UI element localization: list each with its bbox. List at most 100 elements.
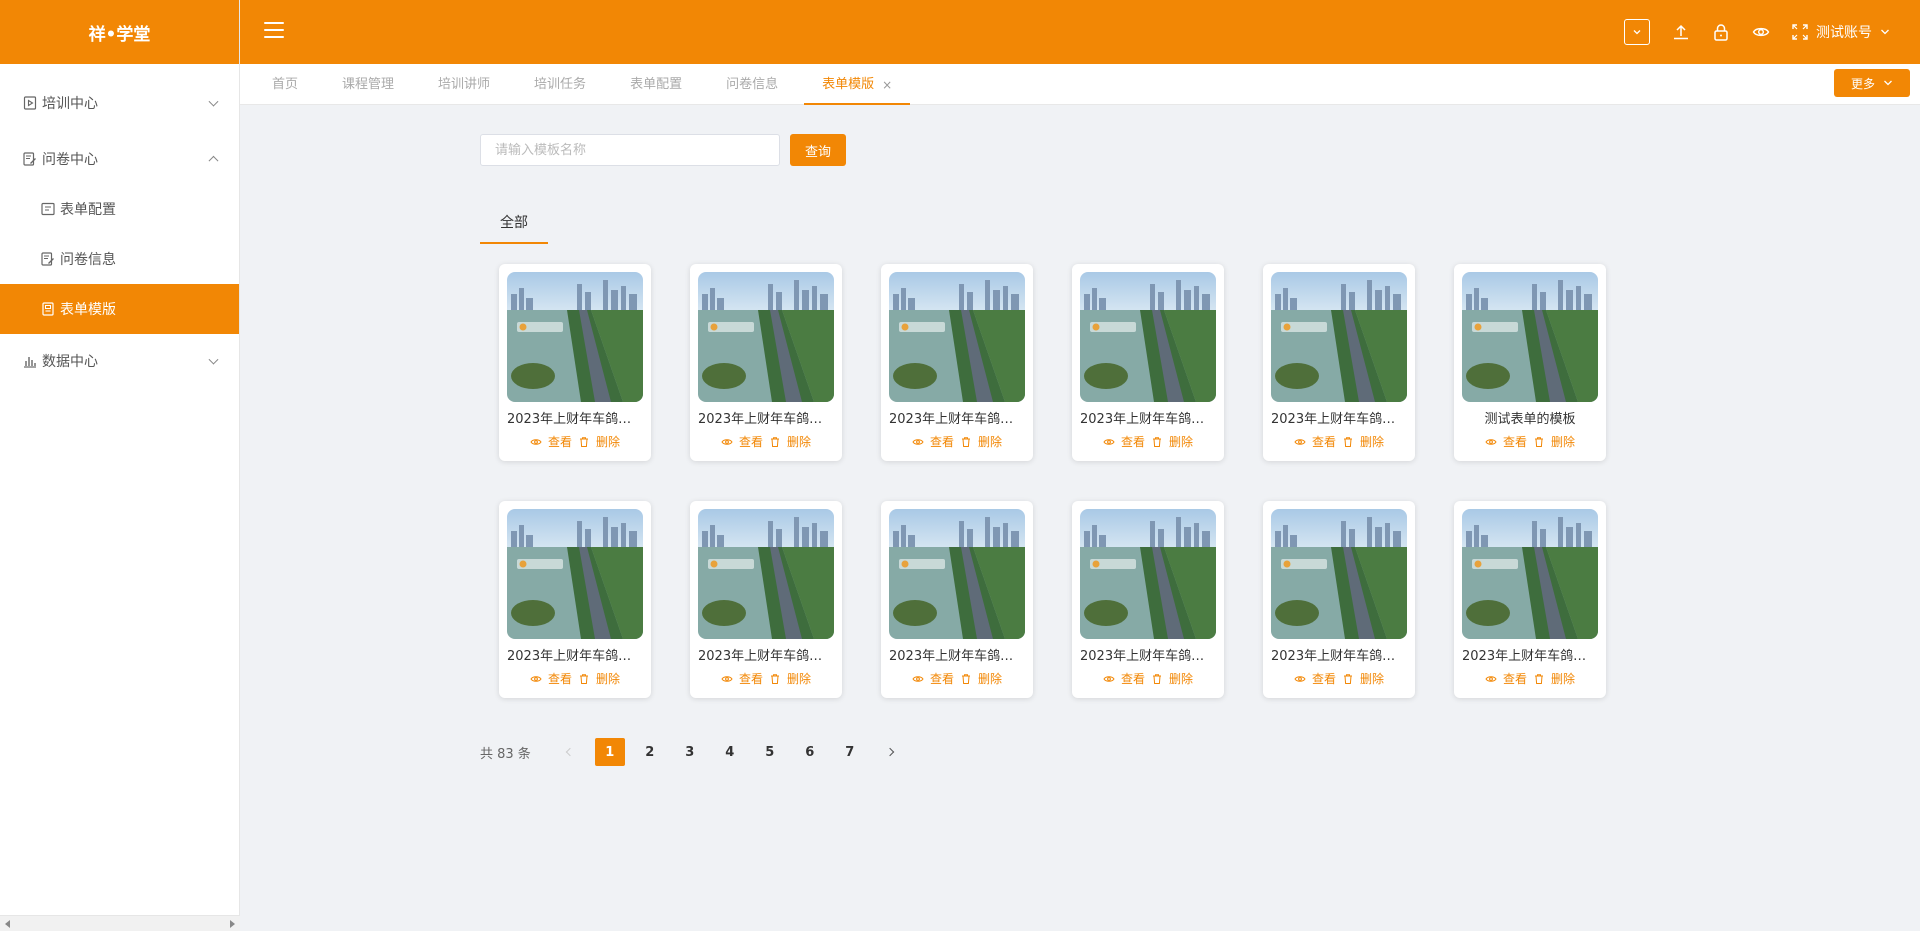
template-thumbnail [889, 272, 1025, 402]
sidebar-item-form-config[interactable]: 表单配置 [0, 184, 239, 234]
tabs-bar: 首页 课程管理 培训讲师 培训任务 表单配置 问卷信息 表单模版 × 更多 [240, 64, 1920, 105]
account-name: 测试账号 [1816, 25, 1872, 41]
template-title: 2023年上财年车鸽平... [1271, 412, 1407, 427]
page-button[interactable]: 3 [675, 738, 705, 766]
tab-trainers[interactable]: 培训讲师 [420, 64, 508, 105]
menu-toggle-icon[interactable] [264, 22, 284, 38]
view-button[interactable]: 查看 [1103, 670, 1145, 687]
delete-button[interactable]: 删除 [1342, 670, 1384, 687]
view-button[interactable]: 查看 [721, 433, 763, 450]
template-thumbnail [1080, 272, 1216, 402]
template-title: 2023年上财年车鸽平... [889, 412, 1025, 427]
template-card[interactable]: 2023年上财年车鸽平... 查看 删除 [499, 501, 651, 698]
delete-button[interactable]: 删除 [1533, 433, 1575, 450]
tab-label: 表单模版 [822, 76, 875, 92]
view-button[interactable]: 查看 [530, 670, 572, 687]
delete-button[interactable]: 删除 [1151, 433, 1193, 450]
top-header: 测试账号 [240, 0, 1920, 64]
tab-label: 培训讲师 [438, 76, 491, 92]
delete-button[interactable]: 删除 [1342, 433, 1384, 450]
eye-icon [530, 438, 542, 445]
eye-icon [912, 438, 924, 445]
pagination: 共 83 条 1 2 3 4 5 6 7 [480, 738, 905, 766]
scroll-right-icon[interactable] [230, 920, 235, 928]
bar-chart-icon [22, 353, 38, 369]
delete-label: 删除 [1360, 435, 1385, 449]
eye-icon[interactable] [1752, 23, 1770, 41]
delete-button[interactable]: 删除 [578, 670, 620, 687]
view-button[interactable]: 查看 [721, 670, 763, 687]
template-card[interactable]: 2023年上财年车鸽平... 查看 删除 [1454, 501, 1606, 698]
tab-form-config[interactable]: 表单配置 [612, 64, 700, 105]
dropdown-toggle-button[interactable] [1624, 19, 1650, 45]
lock-icon[interactable] [1712, 23, 1730, 41]
page-button[interactable]: 2 [635, 738, 665, 766]
template-card[interactable]: 2023年上财年车鸽平... 查看 删除 [1263, 264, 1415, 461]
page-button[interactable]: 6 [795, 738, 825, 766]
page-button[interactable]: 4 [715, 738, 745, 766]
view-button[interactable]: 查看 [912, 670, 954, 687]
delete-button[interactable]: 删除 [1533, 670, 1575, 687]
tab-course-management[interactable]: 课程管理 [324, 64, 412, 105]
view-button[interactable]: 查看 [1294, 670, 1336, 687]
account-menu[interactable]: 测试账号 [1792, 22, 1890, 42]
tab-training-tasks[interactable]: 培训任务 [516, 64, 604, 105]
eye-icon [530, 675, 542, 682]
page-tabs: 首页 课程管理 培训讲师 培训任务 表单配置 问卷信息 表单模版 × [254, 64, 918, 105]
template-card[interactable]: 2023年上财年车鸽平... 查看 删除 [690, 501, 842, 698]
horizontal-scrollbar[interactable] [0, 915, 240, 931]
template-card[interactable]: 2023年上财年车鸽平... 查看 删除 [690, 264, 842, 461]
delete-label: 删除 [1169, 672, 1194, 686]
fullscreen-icon[interactable] [1792, 24, 1808, 40]
view-button[interactable]: 查看 [530, 433, 572, 450]
trash-icon [580, 673, 588, 684]
delete-button[interactable]: 删除 [769, 670, 811, 687]
delete-button[interactable]: 删除 [769, 433, 811, 450]
view-button[interactable]: 查看 [1485, 433, 1527, 450]
template-card[interactable]: 2023年上财年车鸽平... 查看 删除 [1072, 264, 1224, 461]
sidebar-item-label: 表单模版 [60, 302, 116, 318]
view-button[interactable]: 查看 [912, 433, 954, 450]
template-card[interactable]: 2023年上财年车鸽平... 查看 删除 [1072, 501, 1224, 698]
tab-survey-info[interactable]: 问卷信息 [708, 64, 796, 105]
page-button[interactable]: 1 [594, 738, 625, 766]
upload-icon[interactable] [1672, 23, 1690, 41]
view-button[interactable]: 查看 [1103, 433, 1145, 450]
template-card[interactable]: 2023年上财年车鸽平... 查看 删除 [499, 264, 651, 461]
template-card[interactable]: 测试表单的模板 查看 删除 [1454, 264, 1606, 461]
view-button[interactable]: 查看 [1294, 433, 1336, 450]
sidebar-item-data-center[interactable]: 数据中心 [0, 336, 239, 386]
sidebar-item-survey-info[interactable]: 问卷信息 [0, 234, 239, 284]
tab-home[interactable]: 首页 [254, 64, 316, 105]
sidebar-item-survey-center[interactable]: 问卷中心 [0, 134, 239, 184]
template-card[interactable]: 2023年上财年车鸽平... 查看 删除 [881, 264, 1033, 461]
delete-button[interactable]: 删除 [1151, 670, 1193, 687]
delete-button[interactable]: 删除 [960, 433, 1002, 450]
template-card[interactable]: 2023年上财年车鸽平... 查看 删除 [1263, 501, 1415, 698]
template-search-input[interactable] [480, 134, 780, 166]
view-button[interactable]: 查看 [1485, 670, 1527, 687]
sidebar-item-form-template[interactable]: 表单模版 [0, 284, 239, 334]
next-page-icon[interactable] [875, 738, 905, 766]
trash-icon [771, 673, 779, 684]
app-logo: 祥•学堂 [0, 0, 239, 64]
template-card[interactable]: 2023年上财年车鸽平... 查看 删除 [881, 501, 1033, 698]
page-button[interactable]: 5 [755, 738, 785, 766]
trash-icon [771, 436, 779, 447]
delete-button[interactable]: 删除 [578, 433, 620, 450]
delete-button[interactable]: 删除 [960, 670, 1002, 687]
template-thumbnail [507, 272, 643, 402]
category-tab-all[interactable]: 全部 [480, 202, 548, 244]
trash-icon [1535, 436, 1543, 447]
close-icon[interactable]: × [882, 79, 892, 91]
pagination-total: 共 83 条 [480, 746, 531, 762]
more-button[interactable]: 更多 [1834, 69, 1910, 97]
eye-icon [1103, 675, 1115, 682]
page-button[interactable]: 7 [835, 738, 865, 766]
card-actions: 查看 删除 [698, 670, 834, 687]
search-button[interactable]: 查询 [790, 134, 846, 166]
scroll-left-icon[interactable] [5, 920, 10, 928]
sidebar-item-training-center[interactable]: 培训中心 [0, 78, 239, 128]
tab-form-template[interactable]: 表单模版 × [804, 64, 911, 105]
prev-page-icon[interactable] [555, 738, 585, 766]
